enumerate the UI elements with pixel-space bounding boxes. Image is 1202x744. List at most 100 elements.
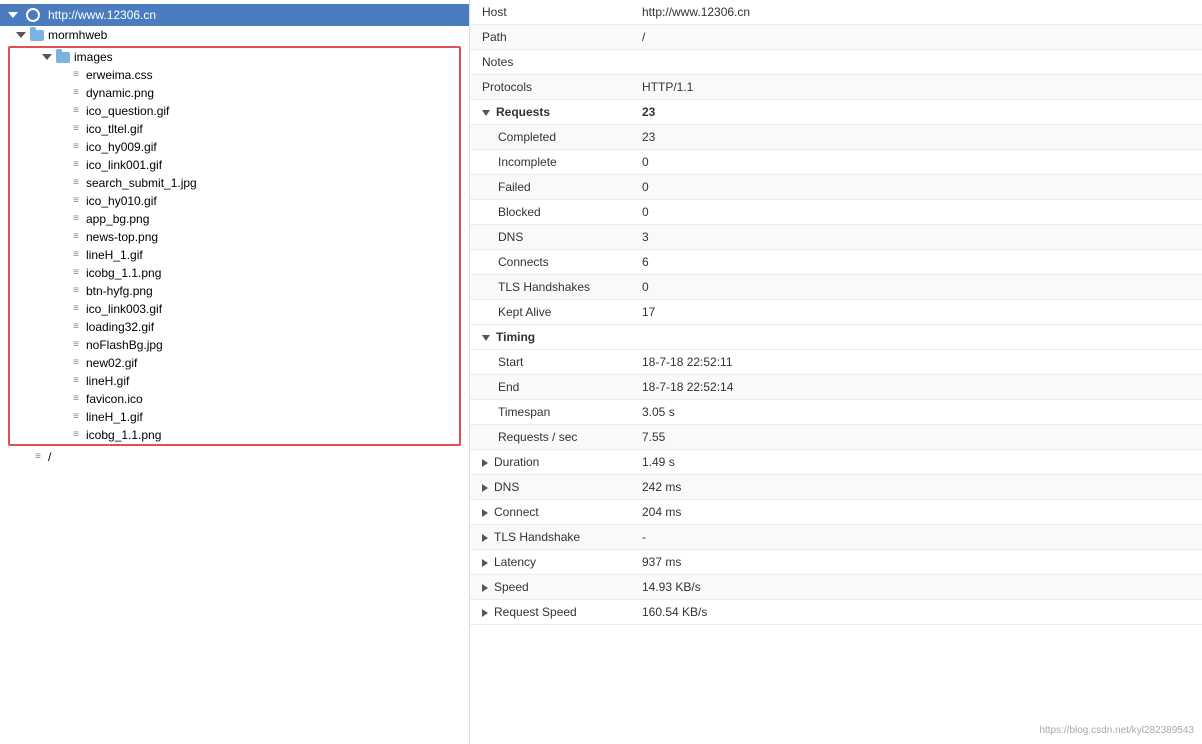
tls-handshakes-value: 0 — [630, 275, 1202, 300]
timing-header-row[interactable]: Timing — [470, 325, 1202, 350]
blocked-row: Blocked 0 — [470, 200, 1202, 225]
req-speed-expand-icon — [482, 609, 488, 617]
speed-row[interactable]: Speed 14.93 KB/s — [470, 575, 1202, 600]
file-icon: ≡ — [70, 213, 82, 225]
file-item[interactable]: ≡ico_tltel.gif — [10, 120, 459, 138]
duration-expand-icon — [482, 459, 488, 467]
timespan-value: 3.05 s — [630, 400, 1202, 425]
file-icon: ≡ — [70, 123, 82, 135]
mormhweb-label: mormhweb — [48, 28, 107, 42]
file-item[interactable]: ≡news-top.png — [10, 228, 459, 246]
file-item[interactable]: ≡ lineH.gif — [10, 372, 459, 390]
end-row: End 18-7-18 22:52:14 — [470, 375, 1202, 400]
file-name: favicon.ico — [86, 392, 143, 406]
right-panel: Host http://www.12306.cn Path / Notes Pr… — [470, 0, 1202, 744]
tls-row[interactable]: TLS Handshake - — [470, 525, 1202, 550]
dns2-row[interactable]: DNS 242 ms — [470, 475, 1202, 500]
end-value: 18-7-18 22:52:14 — [630, 375, 1202, 400]
protocols-label: Protocols — [470, 75, 630, 100]
req-sec-label: Requests / sec — [470, 425, 630, 450]
file-icon: ≡ — [70, 375, 82, 387]
req-speed-value: 160.54 KB/s — [630, 600, 1202, 625]
start-value: 18-7-18 22:52:11 — [630, 350, 1202, 375]
watermark: https://blog.csdn.net/kyl282389543 — [1039, 725, 1194, 736]
failed-label: Failed — [470, 175, 630, 200]
file-icon: ≡ — [70, 249, 82, 261]
req-speed-row[interactable]: Request Speed 160.54 KB/s — [470, 600, 1202, 625]
file-item[interactable]: ≡search_submit_1.jpg — [10, 174, 459, 192]
completed-label: Completed — [470, 125, 630, 150]
file-name: icobg_1.1.png — [86, 428, 161, 442]
slash-item[interactable]: ≡ / — [0, 448, 469, 466]
host-label: Host — [470, 0, 630, 25]
blocked-label: Blocked — [470, 200, 630, 225]
file-item[interactable]: ≡icobg_1.1.png — [10, 426, 459, 444]
file-item[interactable]: ≡ico_question.gif — [10, 102, 459, 120]
dns2-expand-icon — [482, 484, 488, 492]
file-item[interactable]: ≡erweima.css — [10, 66, 459, 84]
file-item[interactable]: ≡ico_link003.gif — [10, 300, 459, 318]
req-sec-value: 7.55 — [630, 425, 1202, 450]
path-label: Path — [470, 25, 630, 50]
latency-row[interactable]: Latency 937 ms — [470, 550, 1202, 575]
file-item[interactable]: ≡ noFlashBg.jpg — [10, 336, 459, 354]
path-row: Path / — [470, 25, 1202, 50]
slash-label: / — [48, 450, 51, 464]
failed-row: Failed 0 — [470, 175, 1202, 200]
left-panel: http://www.12306.cn mormhweb images ≡erw… — [0, 0, 470, 744]
file-item[interactable]: ≡btn-hyfg.png — [10, 282, 459, 300]
requests-header-row[interactable]: Requests 23 — [470, 100, 1202, 125]
tls-handshakes-label: TLS Handshakes — [470, 275, 630, 300]
dns2-value: 242 ms — [630, 475, 1202, 500]
file-name: lineH.gif — [86, 374, 129, 388]
file-name: ico_hy010.gif — [86, 194, 157, 208]
file-item[interactable]: ≡app_bg.png — [10, 210, 459, 228]
file-name: icobg_1.1.png — [86, 266, 161, 280]
file-item[interactable]: ≡lineH_1.gif — [10, 408, 459, 426]
file-item[interactable]: ≡loading32.gif — [10, 318, 459, 336]
file-item[interactable]: ≡dynamic.png — [10, 84, 459, 102]
latency-label: Latency — [470, 550, 630, 575]
timespan-label: Timespan — [470, 400, 630, 425]
slash-file-icon: ≡ — [32, 451, 44, 463]
file-name: lineH_1.gif — [86, 410, 143, 424]
file-name: noFlashBg.jpg — [86, 338, 163, 352]
tls-value: - — [630, 525, 1202, 550]
tls-handshakes-row: TLS Handshakes 0 — [470, 275, 1202, 300]
req-speed-label: Request Speed — [470, 600, 630, 625]
file-item[interactable]: ≡ico_hy009.gif — [10, 138, 459, 156]
file-item[interactable]: ≡new02.gif — [10, 354, 459, 372]
connect-row[interactable]: Connect 204 ms — [470, 500, 1202, 525]
images-item[interactable]: images — [10, 48, 459, 66]
speed-expand-icon — [482, 584, 488, 592]
file-item[interactable]: ≡lineH_1.gif — [10, 246, 459, 264]
file-icon: ≡ — [70, 177, 82, 189]
protocols-value: HTTP/1.1 — [630, 75, 1202, 100]
file-item[interactable]: ≡ico_link001.gif — [10, 156, 459, 174]
file-icon: ≡ — [70, 339, 82, 351]
failed-value: 0 — [630, 175, 1202, 200]
file-icon: ≡ — [70, 231, 82, 243]
protocols-row: Protocols HTTP/1.1 — [470, 75, 1202, 100]
host-row: Host http://www.12306.cn — [470, 0, 1202, 25]
file-item[interactable]: ≡favicon.ico — [10, 390, 459, 408]
timing-collapse-icon — [482, 335, 490, 341]
host-value: http://www.12306.cn — [630, 0, 1202, 25]
file-name: ico_question.gif — [86, 104, 169, 118]
kept-alive-value: 17 — [630, 300, 1202, 325]
file-icon: ≡ — [70, 87, 82, 99]
completed-row: Completed 23 — [470, 125, 1202, 150]
file-icon: ≡ — [70, 195, 82, 207]
root-item[interactable]: http://www.12306.cn — [0, 4, 469, 26]
duration-row[interactable]: Duration 1.49 s — [470, 450, 1202, 475]
incomplete-value: 0 — [630, 150, 1202, 175]
file-item[interactable]: ≡ ico_hy010.gif — [10, 192, 459, 210]
globe-icon — [26, 8, 40, 22]
file-name: ico_link003.gif — [86, 302, 162, 316]
completed-value: 23 — [630, 125, 1202, 150]
requests-collapse-icon — [482, 110, 490, 116]
dns-row: DNS 3 — [470, 225, 1202, 250]
file-item[interactable]: ≡icobg_1.1.png — [10, 264, 459, 282]
images-expand-icon — [42, 54, 52, 60]
mormhweb-item[interactable]: mormhweb — [0, 26, 469, 44]
